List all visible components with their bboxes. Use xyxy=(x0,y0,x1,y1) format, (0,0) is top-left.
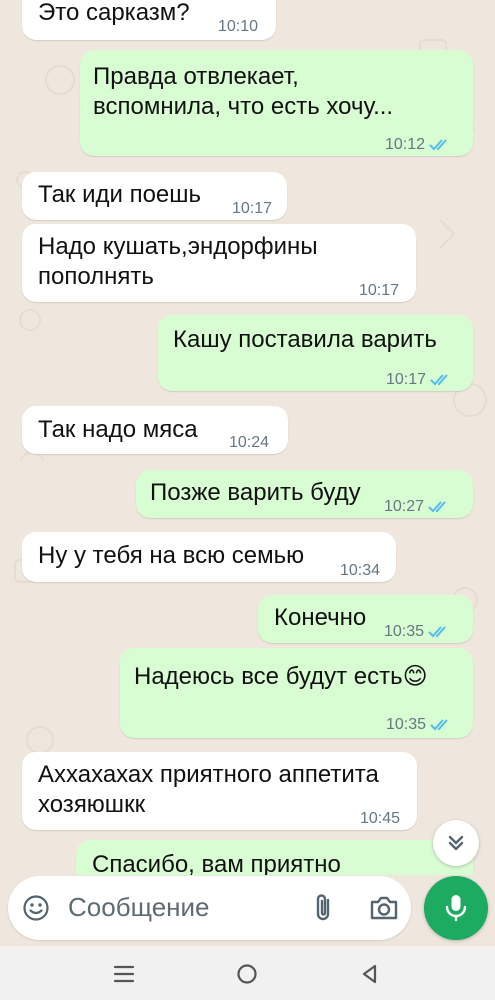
outgoing-message[interactable]: Позже варить буду 10:27 xyxy=(136,470,473,518)
message-text: Позже варить буду xyxy=(150,479,361,506)
incoming-message[interactable]: Так иди поешь 10:17 xyxy=(22,172,287,220)
message-time: 10:35 xyxy=(384,617,450,647)
outgoing-message[interactable]: Надеюсь все будут есть😊 10:35 xyxy=(120,648,473,738)
outgoing-message[interactable]: Конечно 10:35 xyxy=(258,595,473,643)
message-time: 10:24 xyxy=(229,434,270,451)
scroll-down-icon xyxy=(448,835,464,851)
message-time: 10:27 xyxy=(384,492,450,522)
attach-icon[interactable] xyxy=(311,892,335,924)
message-text: Надеюсь все будут есть😊 xyxy=(134,663,428,690)
message-text: Кашу поставила варить xyxy=(173,326,437,353)
message-time: 10:17 xyxy=(359,282,400,299)
incoming-message[interactable]: Надо кушать,эндорфины пополнять 10:17 xyxy=(22,224,416,302)
message-time: 10:12 xyxy=(385,130,451,160)
message-text: Ну у тебя на всю семью xyxy=(38,542,305,569)
incoming-message[interactable]: Это сарказм? 10:10 xyxy=(22,0,276,40)
nav-home-icon[interactable] xyxy=(235,962,259,986)
message-composer[interactable]: Сообщение xyxy=(8,876,411,940)
message-input[interactable]: Сообщение xyxy=(68,892,210,923)
message-time: 10:17 xyxy=(232,200,273,217)
message-text: Конечно xyxy=(274,604,367,631)
incoming-message[interactable]: Так надо мяса 10:24 xyxy=(22,406,288,454)
message-text: Так надо мяса xyxy=(38,416,198,443)
system-nav-bar xyxy=(0,946,495,1000)
message-time: 10:45 xyxy=(360,810,401,827)
read-ticks-icon xyxy=(428,501,446,513)
read-ticks-icon xyxy=(429,139,447,151)
read-ticks-icon xyxy=(428,626,446,638)
incoming-message[interactable]: Аххахахах приятного аппетита хозяюшкк 10… xyxy=(22,752,417,830)
message-text: Это сарказм? xyxy=(38,0,190,26)
emoji-icon[interactable] xyxy=(22,894,50,922)
message-time: 10:35 xyxy=(386,710,452,740)
read-ticks-icon xyxy=(430,719,448,731)
message-text: Аххахахах приятного аппетита хозяюшкк xyxy=(38,761,379,818)
message-text: Правда отвлекает, вспомнила, что есть хо… xyxy=(93,63,394,120)
mic-button[interactable] xyxy=(424,876,488,940)
nav-back-icon[interactable] xyxy=(360,963,380,985)
scroll-down-button[interactable] xyxy=(433,820,479,866)
message-time: 10:34 xyxy=(340,562,381,579)
read-ticks-icon xyxy=(430,374,448,386)
outgoing-message[interactable]: Кашу поставила варить 10:17 xyxy=(158,315,473,391)
message-text: Спасибо, вам приятно xyxy=(92,851,341,875)
incoming-message[interactable]: Ну у тебя на всю семью 10:34 xyxy=(22,532,396,582)
outgoing-message[interactable]: Спасибо, вам приятно xyxy=(76,840,473,875)
message-text: Надо кушать,эндорфины пополнять xyxy=(38,233,318,290)
message-text: Так иди поешь xyxy=(38,181,202,208)
message-time: 10:10 xyxy=(218,18,259,35)
camera-icon[interactable] xyxy=(369,894,399,922)
nav-menu-icon[interactable] xyxy=(113,964,135,984)
chat-area[interactable]: Это сарказм? 10:10 Правда отвлекает, всп… xyxy=(0,0,495,875)
mic-icon xyxy=(445,895,467,922)
outgoing-message[interactable]: Правда отвлекает, вспомнила, что есть хо… xyxy=(80,50,473,156)
message-time: 10:17 xyxy=(386,365,452,395)
